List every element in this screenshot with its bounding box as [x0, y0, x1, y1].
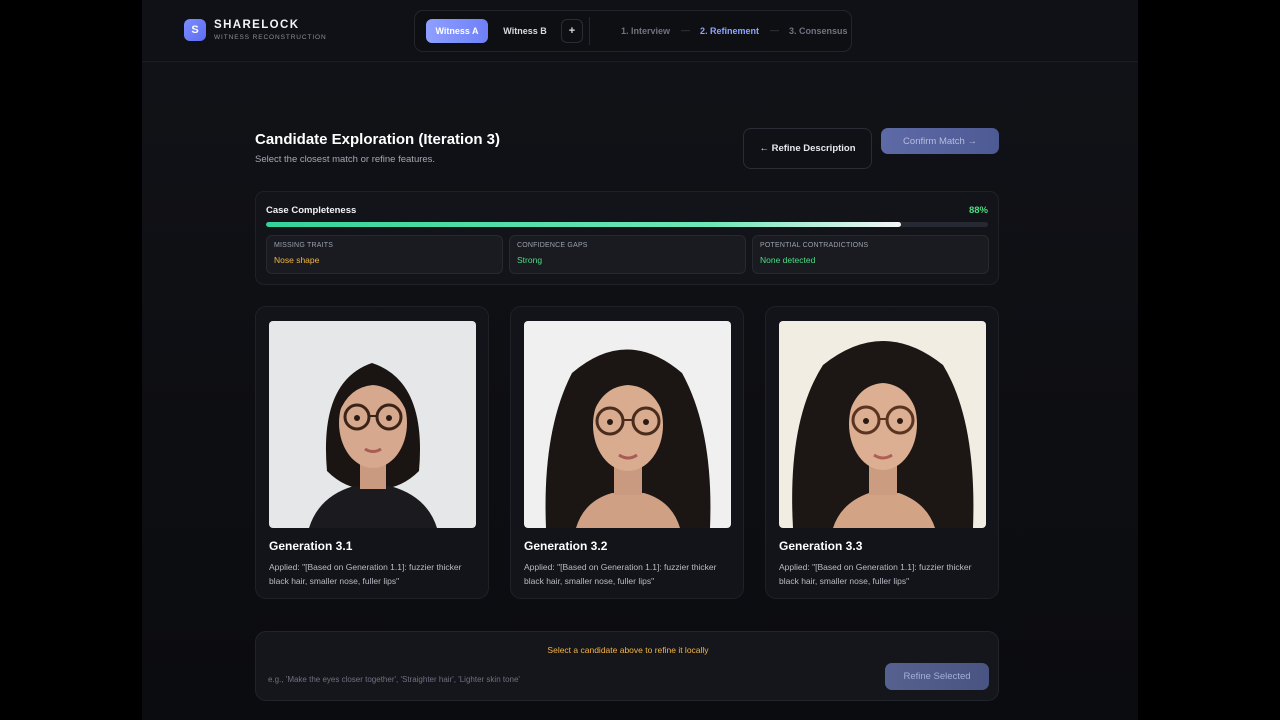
- candidate-title: Generation 3.3: [779, 539, 863, 553]
- completeness-label: Case Completeness: [266, 205, 357, 216]
- portrait-image: [792, 341, 974, 528]
- tab-witness-a[interactable]: Witness A: [426, 19, 488, 43]
- candidate-card[interactable]: Generation 3.2 Applied: "[Based on Gener…: [510, 306, 744, 599]
- candidate-description: Applied: "[Based on Generation 1.1]: fuz…: [524, 562, 717, 586]
- completeness-percent: 88%: [968, 205, 988, 216]
- page-subtitle: Select the closest match or refine featu…: [255, 154, 436, 165]
- metric-label: CONFIDENCE GAPS: [517, 242, 588, 249]
- refine-selected-button[interactable]: Refine Selected: [885, 663, 989, 690]
- tab-witness-b[interactable]: Witness B: [494, 19, 556, 43]
- step-separator: —: [770, 25, 779, 35]
- divider: [589, 17, 590, 45]
- candidate-card[interactable]: Generation 3.3 Applied: "[Based on Gener…: [765, 306, 999, 599]
- top-bar: S SHARELOCK WITNESS RECONSTRUCTION Witne…: [142, 0, 1138, 62]
- case-completeness-card: Case Completeness 88% MISSING TRAITS Nos…: [255, 191, 999, 285]
- candidate-description: Applied: "[Based on Generation 1.1]: fuz…: [779, 562, 972, 586]
- confirm-match-button[interactable]: Confirm Match →: [881, 128, 999, 154]
- app-window: S SHARELOCK WITNESS RECONSTRUCTION Witne…: [142, 0, 1138, 720]
- metric-label: POTENTIAL CONTRADICTIONS: [760, 242, 869, 249]
- refine-instruction-input[interactable]: [266, 664, 880, 694]
- metric-potential-contradictions: POTENTIAL CONTRADICTIONS None detected: [752, 235, 989, 274]
- candidate-title: Generation 3.2: [524, 539, 608, 553]
- metric-value: Strong: [517, 255, 543, 265]
- witness-switcher: Witness A Witness B + 1. Interview — 2. …: [414, 10, 852, 52]
- candidate-portrait[interactable]: [524, 321, 731, 528]
- refine-panel: Select a candidate above to refine it lo…: [255, 631, 999, 701]
- refine-description-button[interactable]: ← Refine Description: [743, 128, 872, 169]
- refine-hint: Select a candidate above to refine it lo…: [547, 645, 709, 655]
- metric-label: MISSING TRAITS: [274, 242, 334, 249]
- candidate-title: Generation 3.1: [269, 539, 353, 553]
- metric-missing-traits: MISSING TRAITS Nose shape: [266, 235, 503, 274]
- portrait-image: [545, 349, 711, 528]
- add-witness-button[interactable]: +: [561, 19, 583, 43]
- step-refinement[interactable]: 2. Refinement: [700, 26, 759, 36]
- step-separator: —: [681, 25, 690, 35]
- completeness-progress-bar: [266, 222, 988, 227]
- step-consensus[interactable]: 3. Consensus: [789, 26, 848, 36]
- metric-confidence-gaps: CONFIDENCE GAPS Strong: [509, 235, 746, 274]
- metric-value: None detected: [760, 255, 816, 265]
- logo-icon: S: [184, 19, 206, 41]
- candidate-card[interactable]: Generation 3.1 Applied: "[Based on Gener…: [255, 306, 489, 599]
- candidate-description: Applied: "[Based on Generation 1.1]: fuz…: [269, 562, 462, 586]
- brand-name: SHARELOCK: [214, 19, 300, 31]
- page-title: Candidate Exploration (Iteration 3): [255, 131, 501, 148]
- portrait-image: [309, 363, 437, 528]
- step-interview[interactable]: 1. Interview: [621, 26, 670, 36]
- progress-fill: [266, 222, 902, 227]
- candidate-portrait[interactable]: [779, 321, 986, 528]
- candidate-portrait[interactable]: [269, 321, 476, 528]
- brand-tagline: WITNESS RECONSTRUCTION: [214, 34, 327, 41]
- metric-value: Nose shape: [274, 255, 320, 265]
